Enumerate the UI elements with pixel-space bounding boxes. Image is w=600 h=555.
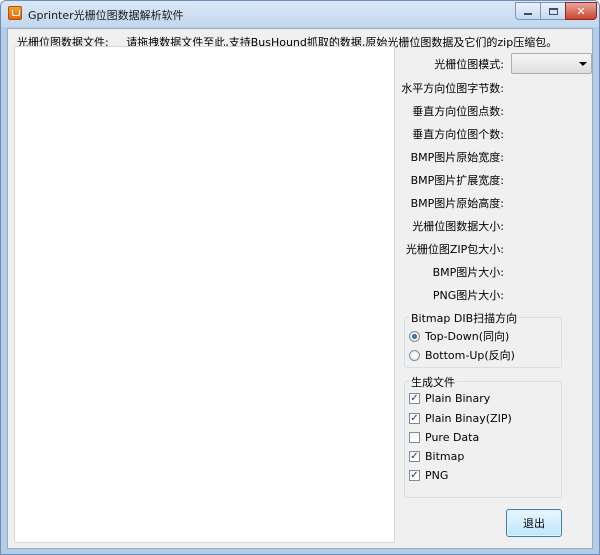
exit-button[interactable]: 退出: [506, 509, 562, 537]
label-bmp-orig-height: BMP图片原始高度:: [410, 197, 504, 210]
title-bar[interactable]: Gprinter光栅位图数据解析软件 ✕: [1, 1, 599, 27]
main-panel: 光栅位图数据文件: 请拖拽数据文件至此,支持BusHound抓取的数据,原始光栅…: [7, 28, 593, 549]
minimize-button[interactable]: [515, 2, 541, 20]
exit-button-label: 退出: [523, 517, 545, 530]
minimize-icon: [524, 13, 532, 15]
label-bmp-size: BMP图片大小:: [432, 266, 504, 279]
check-pure-data[interactable]: Pure Data: [409, 431, 479, 444]
window-title: Gprinter光栅位图数据解析软件: [28, 9, 184, 22]
radio-button[interactable]: [409, 349, 420, 361]
close-button[interactable]: ✕: [565, 2, 597, 20]
output-files-group: 生成文件 ✓ Plain Binary ✓ Plain Binay(ZIP) P…: [404, 374, 562, 498]
label-raster-size: 光栅位图数据大小:: [412, 220, 504, 233]
label-raster-mode: 光栅位图模式:: [434, 58, 504, 71]
check-bitmap[interactable]: ✓ Bitmap: [409, 450, 464, 463]
maximize-icon: [548, 7, 558, 15]
radio-button-selected[interactable]: [409, 330, 420, 342]
radio-top-down[interactable]: Top-Down(同向): [409, 328, 509, 344]
app-icon: [8, 6, 22, 20]
scan-direction-title: Bitmap DIB扫描方向: [409, 310, 520, 326]
check-png-label: PNG: [425, 469, 449, 482]
chevron-down-icon: [579, 62, 587, 66]
check-plain-binary-zip-label: Plain Binay(ZIP): [425, 412, 512, 425]
check-png[interactable]: ✓ PNG: [409, 469, 448, 482]
raster-mode-select[interactable]: [511, 53, 592, 74]
label-png-size: PNG图片大小:: [432, 289, 504, 302]
checkbox-unchecked[interactable]: [409, 432, 420, 443]
output-files-title: 生成文件: [409, 374, 457, 390]
check-bitmap-label: Bitmap: [425, 450, 465, 463]
checkbox-checked[interactable]: ✓: [409, 413, 420, 424]
radio-bottom-up[interactable]: Bottom-Up(反向): [409, 347, 515, 363]
check-plain-binary[interactable]: ✓ Plain Binary: [409, 392, 490, 405]
checkbox-checked[interactable]: ✓: [409, 393, 420, 404]
checkbox-checked[interactable]: ✓: [409, 470, 420, 481]
check-plain-binary-label: Plain Binary: [425, 392, 491, 405]
check-plain-binary-zip[interactable]: ✓ Plain Binay(ZIP): [409, 412, 512, 425]
radio-bottom-up-label: Bottom-Up(反向): [425, 349, 515, 362]
close-icon: ✕: [576, 4, 586, 18]
scan-direction-group: Bitmap DIB扫描方向 Top-Down(同向) Bottom-Up(反向…: [404, 310, 562, 368]
checkbox-checked[interactable]: ✓: [409, 451, 420, 462]
label-bmp-orig-width: BMP图片原始宽度:: [410, 151, 504, 164]
label-bmp-ext-width: BMP图片扩展宽度:: [410, 174, 504, 187]
label-h-bytes: 水平方向位图字节数:: [401, 82, 504, 95]
check-pure-data-label: Pure Data: [425, 431, 480, 444]
maximize-button[interactable]: [540, 2, 566, 20]
app-window: Gprinter光栅位图数据解析软件 ✕ 光栅位图数据文件: 请拖拽数据文件至此…: [0, 0, 600, 555]
label-zip-size: 光栅位图ZIP包大小:: [405, 243, 504, 256]
label-v-dots: 垂直方向位图点数:: [412, 105, 504, 118]
label-v-count: 垂直方向位图个数:: [412, 128, 504, 141]
radio-top-down-label: Top-Down(同向): [425, 330, 510, 343]
